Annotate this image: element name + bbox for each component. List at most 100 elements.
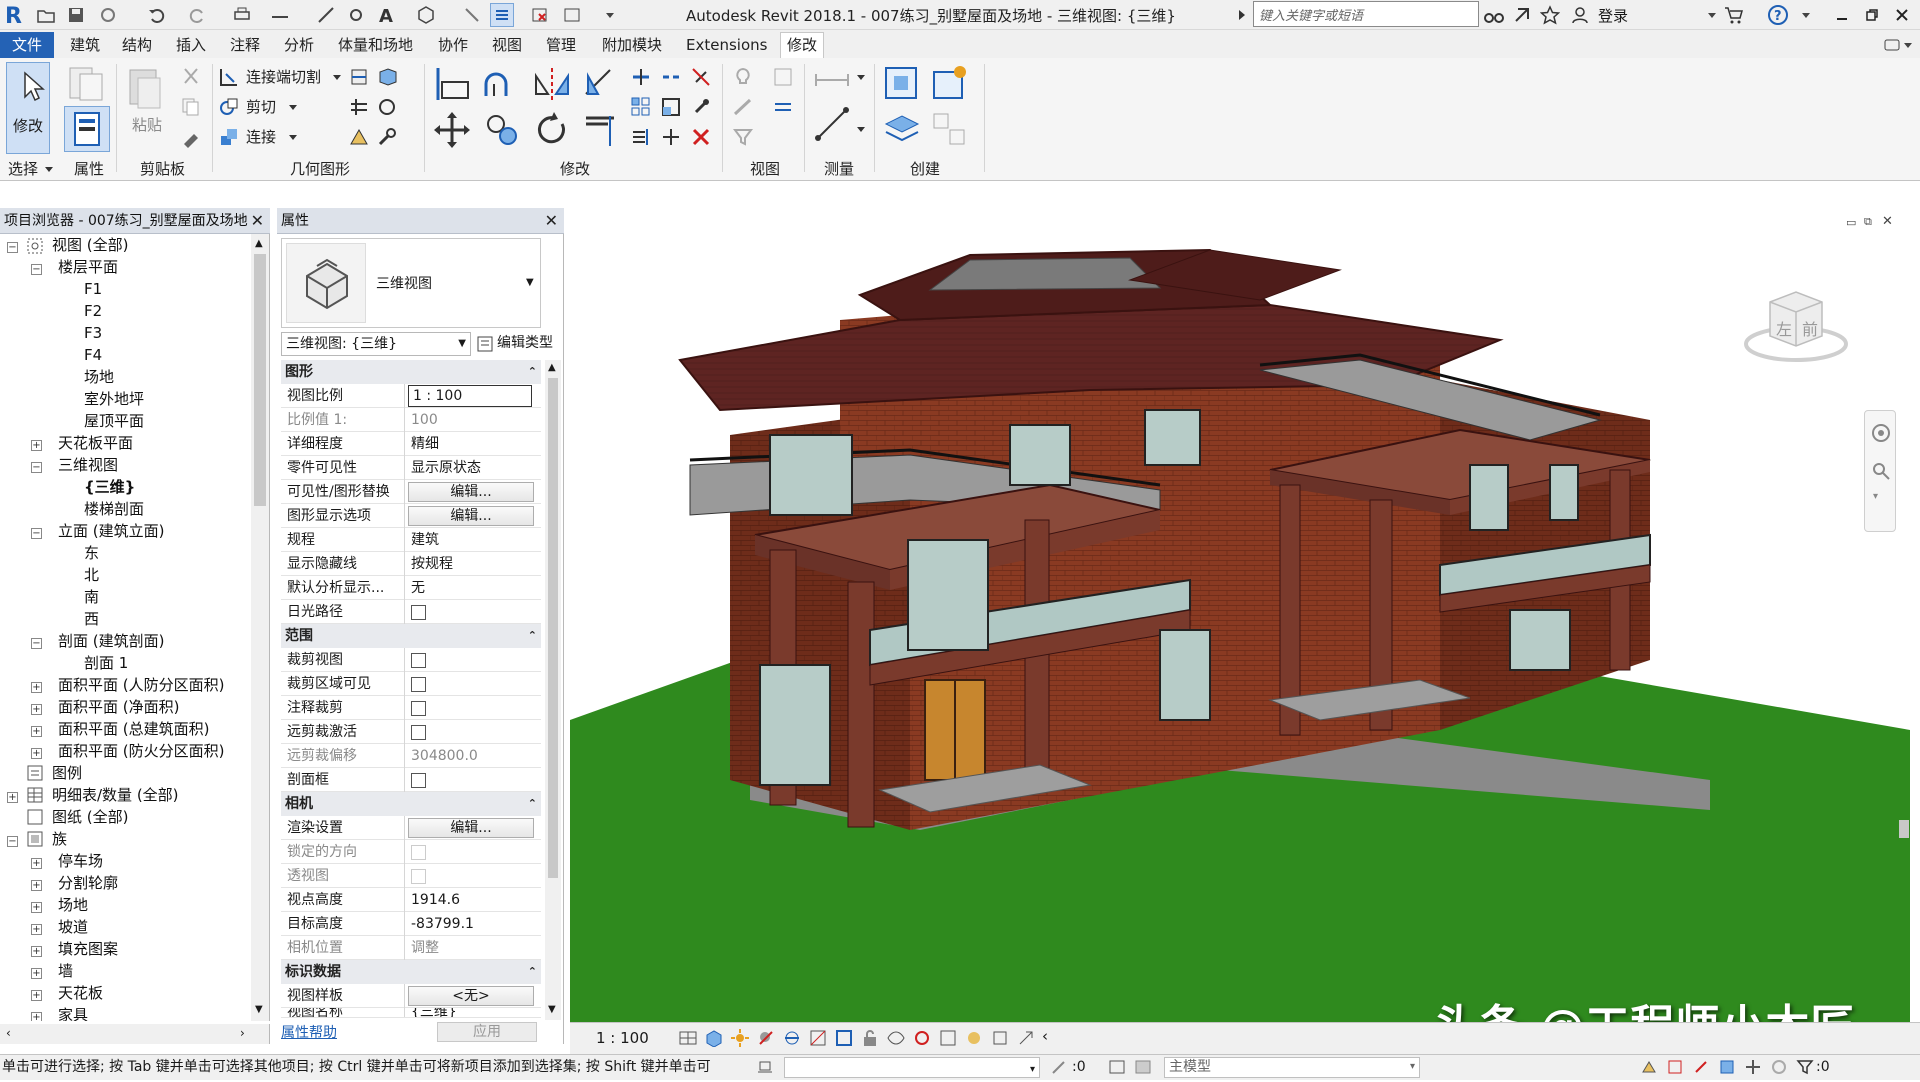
split-element-icon[interactable]: [630, 66, 652, 88]
workset-dropdown[interactable]: ▾: [784, 1057, 1040, 1078]
scroll-right-icon[interactable]: ›: [240, 1026, 245, 1040]
delete-icon[interactable]: [690, 126, 712, 148]
beam-column-joins-icon[interactable]: [348, 126, 370, 148]
create-similar-icon[interactable]: [930, 110, 970, 150]
viewport-minimize-icon[interactable]: ▭: [1846, 216, 1856, 229]
measure-between-icon[interactable]: [812, 68, 852, 92]
help-dropdown-icon[interactable]: [1794, 3, 1818, 27]
offset-icon[interactable]: [482, 64, 522, 104]
expand-icon[interactable]: +: [31, 704, 42, 715]
array-icon[interactable]: [630, 96, 652, 118]
cut-clipboard-icon[interactable]: [180, 66, 202, 88]
design-options-icon[interactable]: [1108, 1058, 1126, 1076]
demolish-icon[interactable]: [376, 96, 398, 118]
collapse-icon[interactable]: −: [31, 528, 42, 539]
tree-area-gross[interactable]: 面积平面 (总建筑面积): [58, 718, 209, 740]
copy-icon[interactable]: [482, 110, 522, 150]
zoom-icon[interactable]: [1871, 461, 1891, 481]
collapse-icon[interactable]: −: [31, 264, 42, 275]
type-dropdown-icon[interactable]: ▼: [526, 277, 534, 288]
analytical-model-icon[interactable]: [990, 1028, 1010, 1048]
collapse-group-icon[interactable]: ⌃: [528, 960, 537, 984]
group-extents[interactable]: 范围 ⌃: [281, 624, 541, 648]
cut-geometry-icon[interactable]: [218, 96, 240, 118]
tree-item-east[interactable]: 东: [84, 542, 99, 564]
tab-manage[interactable]: 管理: [540, 33, 582, 57]
switch-windows-icon[interactable]: [560, 3, 584, 27]
sun-path-checkbox[interactable]: [411, 605, 426, 620]
viewcube[interactable]: 左 前: [1740, 280, 1852, 370]
join-dropdown-icon[interactable]: [288, 132, 298, 142]
tree-item-south[interactable]: 南: [84, 586, 99, 608]
tree-family-parking[interactable]: 停车场: [58, 850, 103, 872]
collapse-icon[interactable]: −: [7, 836, 18, 847]
expand-icon[interactable]: +: [31, 924, 42, 935]
tree-elevations[interactable]: 立面 (建筑立面): [58, 520, 164, 542]
viewport-close-icon[interactable]: ✕: [1882, 214, 1893, 229]
section-icon[interactable]: [460, 3, 484, 27]
tree-views-all[interactable]: 视图 (全部): [52, 234, 128, 256]
detail-level-value[interactable]: 精细: [407, 432, 537, 456]
tab-structure[interactable]: 结构: [116, 33, 158, 57]
analysis-display-value[interactable]: 无: [407, 576, 537, 600]
render-settings-edit-button[interactable]: 编辑...: [408, 818, 534, 838]
viewcube-front-face[interactable]: 前: [1802, 316, 1818, 340]
properties-help-link[interactable]: 属性帮助: [281, 1022, 337, 1042]
tab-annotate[interactable]: 注释: [224, 33, 266, 57]
worksharing-icon[interactable]: [964, 1028, 984, 1048]
view-scale-field[interactable]: 1 : 100: [408, 385, 532, 407]
tree-family-fill-pattern[interactable]: 填充图案: [58, 938, 118, 960]
scroll-thumb[interactable]: [254, 254, 266, 506]
measure-qa-icon[interactable]: [268, 3, 292, 27]
paste-icon[interactable]: [124, 64, 164, 114]
binoculars-icon[interactable]: [1482, 3, 1506, 27]
hidden-lines-value[interactable]: 按规程: [407, 552, 537, 576]
temp-hide-icon[interactable]: [886, 1028, 906, 1048]
tree-item-f2[interactable]: F2: [84, 300, 102, 322]
collapse-group-icon[interactable]: ⌃: [528, 792, 537, 816]
select-links-icon[interactable]: [1640, 1058, 1658, 1076]
instance-dropdown-icon[interactable]: ▼: [458, 333, 466, 355]
properties-button[interactable]: [64, 106, 110, 152]
expand-arrow-icon[interactable]: [1230, 3, 1254, 27]
tree-family-furniture[interactable]: 家具: [58, 1004, 88, 1021]
tab-modify[interactable]: 修改: [780, 32, 825, 59]
tree-family-reveal-profile[interactable]: 分割轮廓: [58, 872, 118, 894]
parts-visibility-value[interactable]: 显示原状态: [407, 456, 537, 480]
dropdown-arrow-icon[interactable]: ▾: [1030, 1058, 1035, 1082]
scroll-thumb[interactable]: [548, 378, 558, 878]
expand-icon[interactable]: +: [31, 682, 42, 693]
expand-icon[interactable]: +: [31, 946, 42, 957]
tab-view[interactable]: 视图: [486, 33, 528, 57]
aligned-dimension-icon[interactable]: [314, 3, 338, 27]
dim-dropdown-icon[interactable]: [856, 124, 866, 134]
background-process-icon[interactable]: [1770, 1058, 1788, 1076]
wrench-icon[interactable]: [376, 126, 398, 148]
visual-style-icon[interactable]: [704, 1029, 724, 1047]
thin-lines-icon[interactable]: [490, 3, 514, 27]
tree-item-stair-section[interactable]: 楼梯剖面: [84, 498, 144, 520]
highlight-displacement-icon[interactable]: [1016, 1028, 1036, 1048]
search-input[interactable]: 键入关键字或短语: [1253, 1, 1479, 27]
expand-icon[interactable]: +: [31, 440, 42, 451]
tree-item-site[interactable]: 场地: [84, 366, 114, 388]
minimize-icon[interactable]: [1830, 3, 1854, 27]
view-name-value[interactable]: {三维}: [407, 1008, 537, 1017]
3d-viewport[interactable]: ▭ ⧉ ✕ 左 前 ▾ 头条 @工程师小木匠: [570, 210, 1910, 1052]
collapse-icon[interactable]: −: [31, 638, 42, 649]
scroll-down-icon[interactable]: ▼: [548, 1004, 556, 1015]
create-parts-icon[interactable]: [930, 64, 970, 104]
expand-icon[interactable]: +: [31, 1012, 42, 1021]
print-icon[interactable]: [230, 3, 254, 27]
select-dropdown-icon[interactable]: [44, 164, 54, 174]
annotation-crop-checkbox[interactable]: [411, 701, 426, 716]
far-clip-checkbox[interactable]: [411, 725, 426, 740]
tree-item-west[interactable]: 西: [84, 608, 99, 630]
vg-edit-button[interactable]: 编辑...: [408, 482, 534, 502]
filter-icon[interactable]: [1796, 1058, 1814, 1076]
design-option-dropdown[interactable]: 主模型 ▾: [1164, 1057, 1420, 1078]
redo-icon[interactable]: [186, 3, 210, 27]
sync-icon[interactable]: [96, 3, 120, 27]
shadows-icon[interactable]: [756, 1028, 776, 1048]
tree-3d-views[interactable]: 三维视图: [58, 454, 118, 476]
